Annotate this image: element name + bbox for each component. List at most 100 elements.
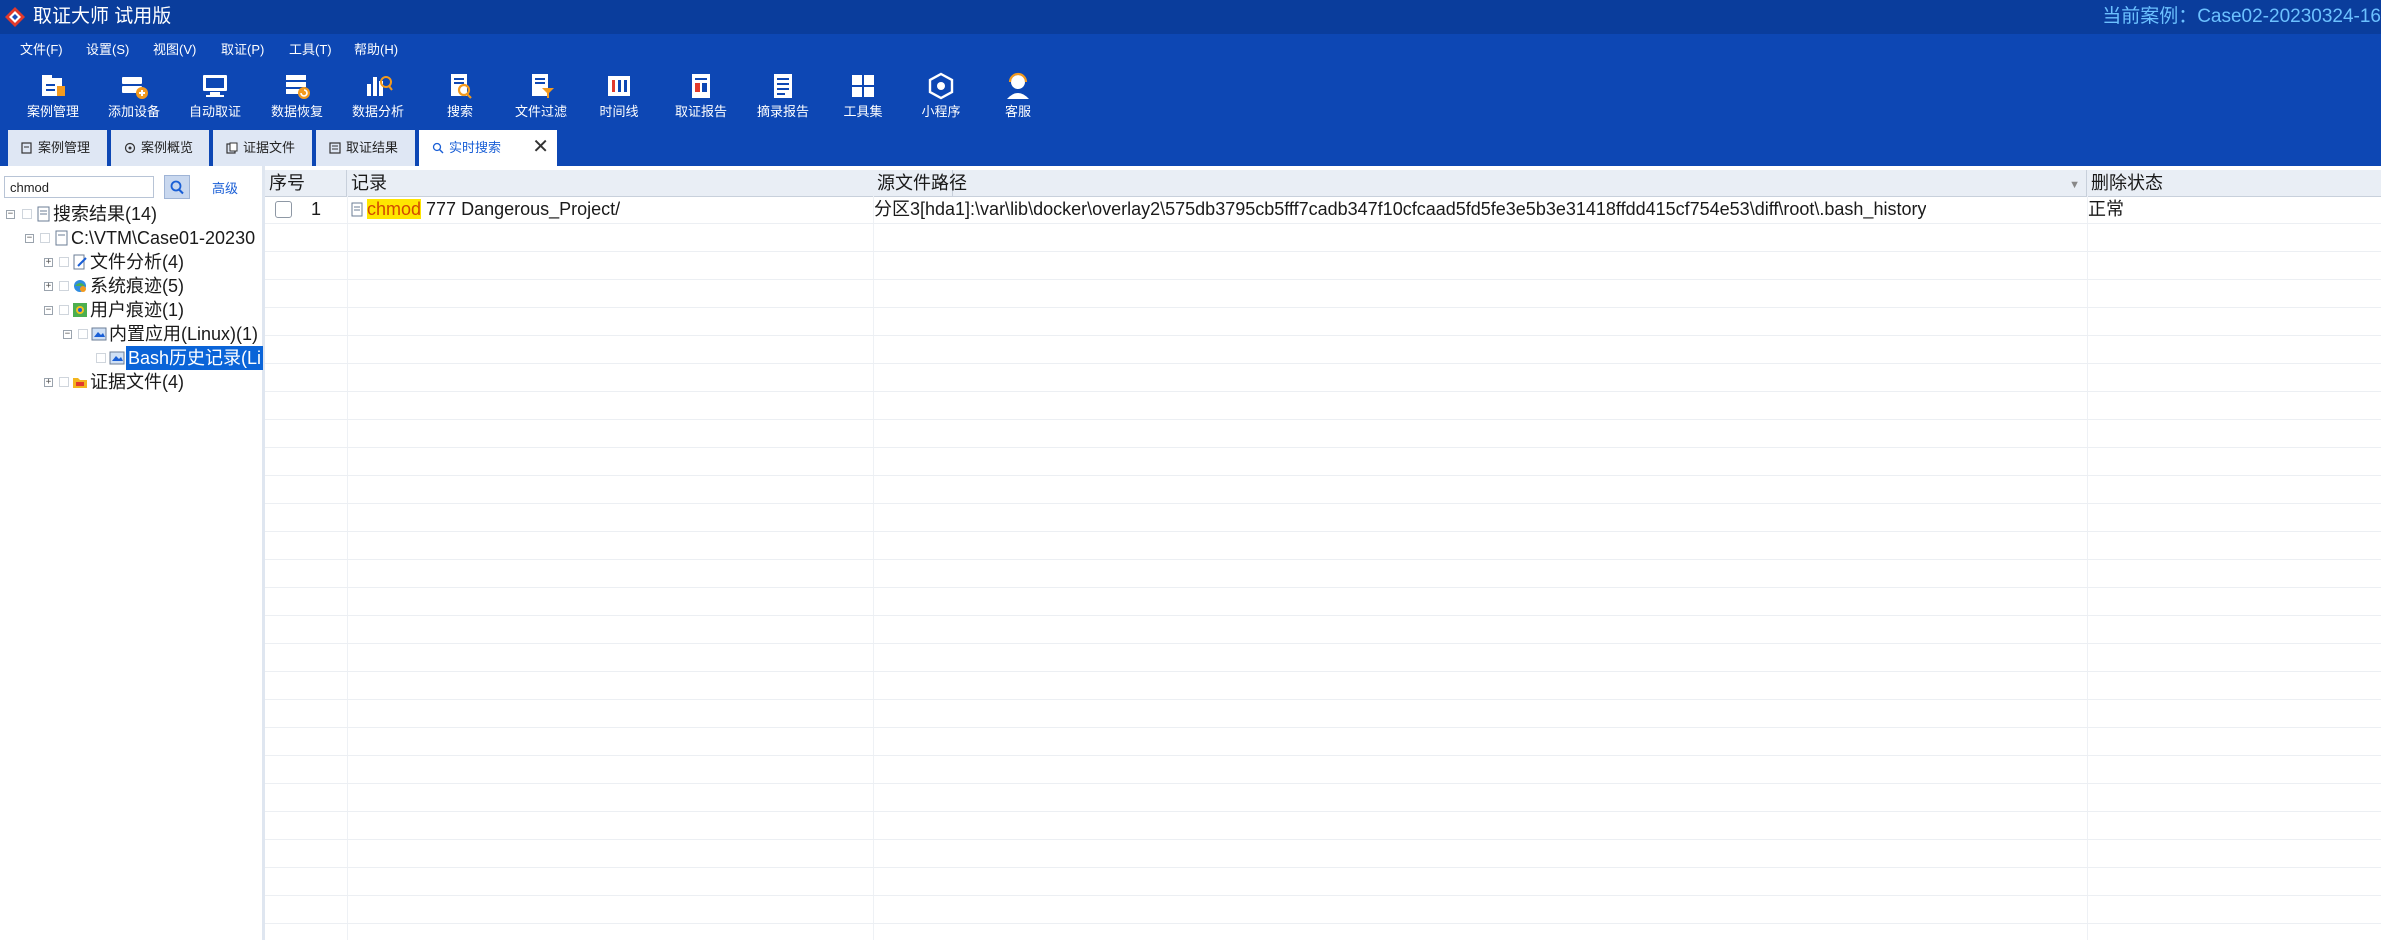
file-filter-icon: [532, 74, 554, 98]
filter-icon[interactable]: ▼: [2069, 172, 2080, 196]
row-checkbox[interactable]: [275, 201, 292, 218]
tab-evidence-files[interactable]: 证据文件: [213, 130, 314, 166]
table-row[interactable]: 1 chmod 777 Dangerous_Project/ 分区3[hda1]…: [265, 196, 2381, 224]
results-grid: 序号 记录 ▼ 源文件路径 ▼ 删除状态 1 chmod 777 Dangerous…: [265, 170, 2381, 940]
mini-program-icon: [928, 72, 954, 100]
column-header-source-path[interactable]: 源文件路径 ▼: [873, 170, 2087, 196]
forensic-report-icon: [692, 74, 710, 98]
tree-label: 用户痕迹(1): [90, 300, 184, 320]
empty-row: [265, 532, 2381, 560]
collapse-toggle[interactable]: −: [6, 210, 15, 219]
collapse-toggle[interactable]: −: [63, 330, 72, 339]
empty-row: [265, 448, 2381, 476]
column-header-record[interactable]: 记录 ▼: [347, 170, 953, 196]
tab-forensic-results[interactable]: 取证结果: [316, 130, 417, 166]
tree-checkbox[interactable]: [96, 353, 106, 363]
column-header-label: 删除状态: [2091, 173, 2163, 193]
search-results-icon: [37, 206, 50, 222]
tree-checkbox[interactable]: [22, 209, 32, 219]
cell-record: chmod 777 Dangerous_Project/: [367, 196, 620, 223]
tab-case-management[interactable]: 案例管理: [8, 130, 109, 166]
toolbar-toolset-button[interactable]: 工具集: [822, 72, 904, 128]
tab-realtime-search-label: 实时搜索: [449, 140, 502, 155]
search-hit-highlight: chmod: [367, 199, 422, 219]
toolbar-auto-forensics-button[interactable]: 自动取证: [174, 72, 256, 128]
menu-settings[interactable]: 设置(S): [86, 42, 129, 58]
cell-delete-status: 正常: [2088, 199, 2124, 219]
tab-case-overview[interactable]: 案例概览: [111, 130, 211, 166]
expand-toggle[interactable]: +: [44, 258, 53, 267]
tab-close-icon[interactable]: ✕: [532, 130, 549, 164]
toolbar-excerpt-report-label: 摘录报告: [756, 104, 809, 119]
grid-header: 序号 记录 ▼ 源文件路径 ▼ 删除状态: [265, 170, 2381, 197]
tab-case-overview-label: 案例概览: [141, 140, 194, 155]
empty-row: [265, 700, 2381, 728]
tab-realtime-search[interactable]: 实时搜索 ✕: [419, 130, 559, 166]
advanced-search-link[interactable]: 高级: [212, 178, 238, 197]
case-management-tab-icon: [21, 142, 32, 154]
toolbar-mini-program-label: 小程序: [921, 104, 961, 119]
empty-row: [265, 588, 2381, 616]
toolbar-add-device-label: 添加设备: [107, 104, 160, 119]
empty-row: [265, 868, 2381, 896]
forensic-results-tab-icon: [329, 142, 341, 154]
expand-toggle[interactable]: +: [44, 282, 53, 291]
toolbar-add-device-button[interactable]: 添加设备: [93, 72, 175, 128]
tab-forensic-results-label: 取证结果: [346, 140, 399, 155]
tree-checkbox[interactable]: [59, 281, 69, 291]
tree-checkbox[interactable]: [78, 329, 88, 339]
toolbar-data-recovery-button[interactable]: 数据恢复: [256, 72, 338, 128]
left-panel: 高级 − 搜索结果(14) − C:\VTM\Case01-20230 + 文件…: [0, 166, 265, 940]
tree-checkbox[interactable]: [59, 257, 69, 267]
column-header-index[interactable]: 序号: [265, 170, 347, 196]
toolbar-case-management-button[interactable]: 案例管理: [12, 72, 94, 128]
evidence-folder-icon: [73, 378, 87, 388]
toolbar-data-analysis-label: 数据分析: [351, 104, 404, 119]
toolbar-forensic-report-label: 取证报告: [674, 104, 727, 119]
menu-forensics[interactable]: 取证(P): [221, 42, 264, 58]
empty-row: [265, 840, 2381, 868]
toolbar-mini-program-button[interactable]: 小程序: [900, 72, 982, 128]
empty-row: [265, 756, 2381, 784]
timeline-icon: [608, 76, 630, 96]
expand-toggle[interactable]: +: [44, 378, 53, 387]
tree-label: 证据文件(4): [90, 372, 184, 392]
add-device-icon: [122, 77, 148, 99]
menu-help[interactable]: 帮助(H): [354, 42, 398, 58]
toolset-icon: [852, 75, 874, 97]
column-header-delete-status[interactable]: 删除状态: [2087, 170, 2381, 196]
column-header-label: 源文件路径: [877, 173, 967, 193]
record-file-icon: [351, 202, 363, 217]
tree-checkbox[interactable]: [59, 305, 69, 315]
toolbar-timeline-label: 时间线: [599, 104, 639, 119]
cell-index: 1: [311, 199, 322, 219]
realtime-search-tab-icon: [432, 142, 444, 154]
toolbar-forensic-report-button[interactable]: 取证报告: [660, 72, 742, 128]
search-button[interactable]: [164, 175, 190, 199]
menu-tools[interactable]: 工具(T): [289, 42, 332, 58]
empty-row: [265, 280, 2381, 308]
case-management-icon: [42, 75, 65, 96]
collapse-toggle[interactable]: −: [25, 234, 34, 243]
collapse-toggle[interactable]: −: [44, 306, 53, 315]
tree-label: 文件分析(4): [90, 252, 184, 272]
evidence-files-tab-icon: [226, 142, 238, 154]
menu-bar: 文件(F) 设置(S) 视图(V) 取证(P) 工具(T) 帮助(H): [0, 34, 2381, 66]
toolbar-timeline-button[interactable]: 时间线: [578, 72, 660, 128]
toolbar-customer-service-button[interactable]: 客服: [977, 72, 1059, 128]
empty-row: [265, 392, 2381, 420]
tree-checkbox[interactable]: [40, 233, 50, 243]
search-input[interactable]: [4, 176, 154, 198]
toolbar-data-analysis-button[interactable]: 数据分析: [337, 72, 419, 128]
bash-history-icon: [109, 351, 125, 365]
menu-view[interactable]: 视图(V): [153, 42, 196, 58]
menu-file[interactable]: 文件(F): [20, 42, 63, 58]
tree-label: C:\VTM\Case01-20230: [71, 228, 256, 248]
empty-row: [265, 420, 2381, 448]
auto-forensics-icon: [203, 75, 227, 97]
empty-row: [265, 896, 2381, 924]
tree-checkbox[interactable]: [59, 377, 69, 387]
toolbar-excerpt-report-button[interactable]: 摘录报告: [742, 72, 824, 128]
toolbar-search-button[interactable]: 搜索: [419, 72, 501, 128]
toolbar-file-filter-button[interactable]: 文件过滤: [500, 72, 582, 128]
